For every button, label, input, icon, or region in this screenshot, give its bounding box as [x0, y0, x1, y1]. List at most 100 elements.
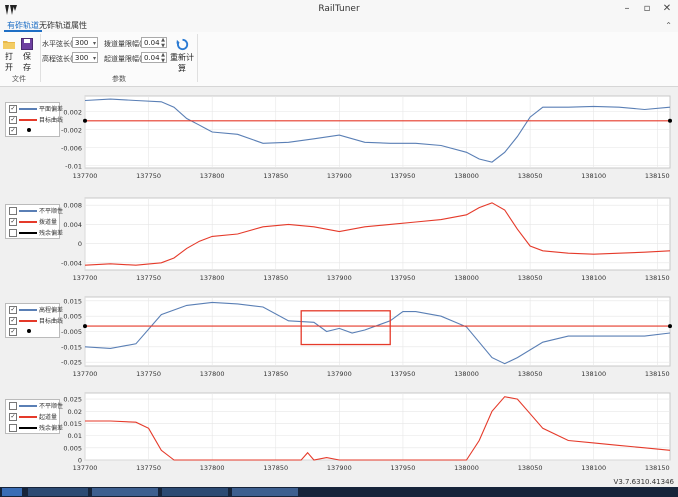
legend-marker: [27, 329, 31, 333]
legend-checkbox[interactable]: [9, 424, 17, 432]
legend-item[interactable]: 不平顺性: [6, 205, 63, 216]
taskbar-item[interactable]: [162, 488, 228, 496]
y-tick-label: 0.005: [63, 444, 82, 452]
legend-checkbox[interactable]: ✓: [9, 317, 17, 325]
legend-swatch: [19, 221, 37, 223]
legend-item[interactable]: ✓: [6, 326, 59, 337]
y-tick-label: 0.02: [68, 408, 82, 416]
os-taskbar: [0, 487, 678, 497]
legend-checkbox[interactable]: ✓: [9, 306, 17, 314]
y-tick-label: -0.015: [61, 343, 82, 351]
chevron-down-icon: ▾: [92, 40, 96, 47]
open-button[interactable]: 打开: [2, 38, 16, 73]
x-tick-label: 137900: [327, 370, 352, 378]
legend-item[interactable]: ✓ 起道量: [6, 411, 59, 422]
y-tick-label: 0.004: [63, 221, 82, 229]
legend-item[interactable]: 残余偏差: [6, 422, 63, 433]
recalculate-button[interactable]: 重新计算: [170, 38, 194, 74]
start-button[interactable]: [2, 488, 22, 496]
legend-item[interactable]: 残余偏差: [6, 227, 63, 238]
chart-vertical-deviation[interactable]: 137700 137750 137800 137850 137900 137950 1380…: [0, 292, 678, 384]
legend-checkbox[interactable]: ✓: [9, 413, 17, 421]
minimize-button[interactable]: –: [620, 3, 634, 14]
x-tick-label: 138050: [518, 464, 543, 472]
ribbon-tabs: 有砟轨道 无砟轨道 属性 ⌃: [0, 20, 678, 32]
legend-item[interactable]: ✓ 平面偏差: [6, 103, 63, 114]
legend-checkbox[interactable]: [9, 207, 17, 215]
x-tick-label: 137900: [327, 464, 352, 472]
maximize-button[interactable]: ▫: [640, 3, 654, 14]
y-tick-label: -0.005: [61, 328, 82, 336]
chart-panel-2: 137700 137750 137800 137850 137900 137950 1380…: [0, 190, 678, 288]
x-tick-label: 138000: [454, 464, 479, 472]
legend-item[interactable]: 不平顺性: [6, 400, 63, 411]
y-tick-label: 0.015: [63, 297, 82, 305]
legend-item[interactable]: ✓ 高程偏差: [6, 304, 63, 315]
legend-item[interactable]: ✓: [6, 125, 59, 136]
spinner-arrows-icon[interactable]: ▲ ▼: [161, 37, 165, 49]
legend-checkbox[interactable]: [9, 402, 17, 410]
y-tick-label: 0: [78, 240, 82, 248]
y-tick-label: 0.002: [63, 108, 82, 116]
tab-properties[interactable]: 属性: [68, 20, 90, 32]
x-tick-label: 137950: [391, 464, 416, 472]
x-tick-label: 138150: [645, 370, 670, 378]
legend-checkbox[interactable]: ✓: [9, 127, 17, 135]
x-tick-label: 138000: [454, 274, 479, 282]
vertical-chord-value: 300: [75, 54, 89, 62]
legend-item[interactable]: ✓ 目标曲线: [6, 114, 63, 125]
x-tick-label: 137700: [73, 464, 98, 472]
y-tick-label: 0.008: [63, 202, 82, 210]
taskbar-item[interactable]: [28, 488, 88, 496]
legend-swatch: [19, 427, 37, 429]
legend-checkbox[interactable]: ✓: [9, 218, 17, 226]
x-tick-label: 137800: [200, 370, 225, 378]
lateral-range-spinner[interactable]: 0.04 ▲ ▼: [141, 37, 167, 49]
horizontal-chord-value: 300: [75, 39, 89, 47]
chart-lift-adjustment[interactable]: 137700 137750 137800 137850 137900 137950 1380…: [0, 388, 678, 478]
chart-panel-4: 137700 137750 137800 137850 137900 137950 1380…: [0, 388, 678, 478]
collapse-ribbon-icon[interactable]: ⌃: [665, 21, 672, 30]
x-tick-label: 137800: [200, 464, 225, 472]
legend-checkbox[interactable]: ✓: [9, 116, 17, 124]
legend-label: 平面偏差: [39, 106, 64, 113]
x-tick-label: 138100: [581, 274, 606, 282]
vertical-chord-select[interactable]: 300 ▾: [72, 52, 98, 63]
version-label: V3.7.6310.41346: [613, 478, 674, 486]
x-tick-label: 137850: [263, 274, 288, 282]
legend-label: 残余偏差: [39, 425, 64, 432]
legend-checkbox[interactable]: ✓: [9, 105, 17, 113]
legend-label: 拨道量: [39, 219, 58, 226]
legend-item[interactable]: ✓ 拨道量: [6, 216, 59, 227]
legend-2: 不平顺性 ✓ 拨道量 残余偏差: [5, 204, 63, 239]
chart-lateral-adjustment[interactable]: 137700 137750 137800 137850 137900 137950 1380…: [0, 190, 678, 288]
x-tick-label: 138150: [645, 274, 670, 282]
legend-label: 不平顺性: [39, 403, 64, 410]
y-tick-label: -0.025: [61, 359, 82, 367]
open-label: 打开: [5, 52, 13, 72]
series-endpoint-marker: [83, 324, 87, 329]
params-group-label: 参数: [112, 75, 126, 83]
taskbar-item[interactable]: [232, 488, 298, 496]
spinner-arrows-icon[interactable]: ▲ ▼: [161, 52, 165, 64]
taskbar-item[interactable]: [92, 488, 158, 496]
horizontal-chord-select[interactable]: 300 ▾: [72, 37, 98, 48]
x-tick-label: 137700: [73, 274, 98, 282]
y-tick-label: -0.004: [61, 259, 82, 267]
legend-checkbox[interactable]: ✓: [9, 328, 17, 336]
window-title: RailTuner: [318, 4, 360, 14]
legend-item[interactable]: ✓ 目标曲线: [6, 315, 63, 326]
close-button[interactable]: ✕: [660, 3, 674, 14]
chart-horizontal-deviation[interactable]: 137700 137750 137800 137850 137900 137950 1380…: [0, 88, 678, 186]
file-group-label: 文件: [12, 75, 26, 83]
chart-panel-1: 137700 137750 137800 137850 137900 137950 1380…: [0, 88, 678, 186]
legend-checkbox[interactable]: [9, 229, 17, 237]
y-tick-label: -0.006: [61, 144, 82, 152]
lift-range-spinner[interactable]: 0.04 ▲ ▼: [141, 52, 167, 64]
save-button[interactable]: 保存: [20, 38, 34, 73]
save-icon: [21, 38, 33, 50]
lateral-range-value: 0.04: [144, 39, 160, 47]
y-tick-label: 0.025: [63, 396, 82, 404]
x-tick-label: 137750: [136, 464, 161, 472]
x-tick-label: 137700: [73, 370, 98, 378]
